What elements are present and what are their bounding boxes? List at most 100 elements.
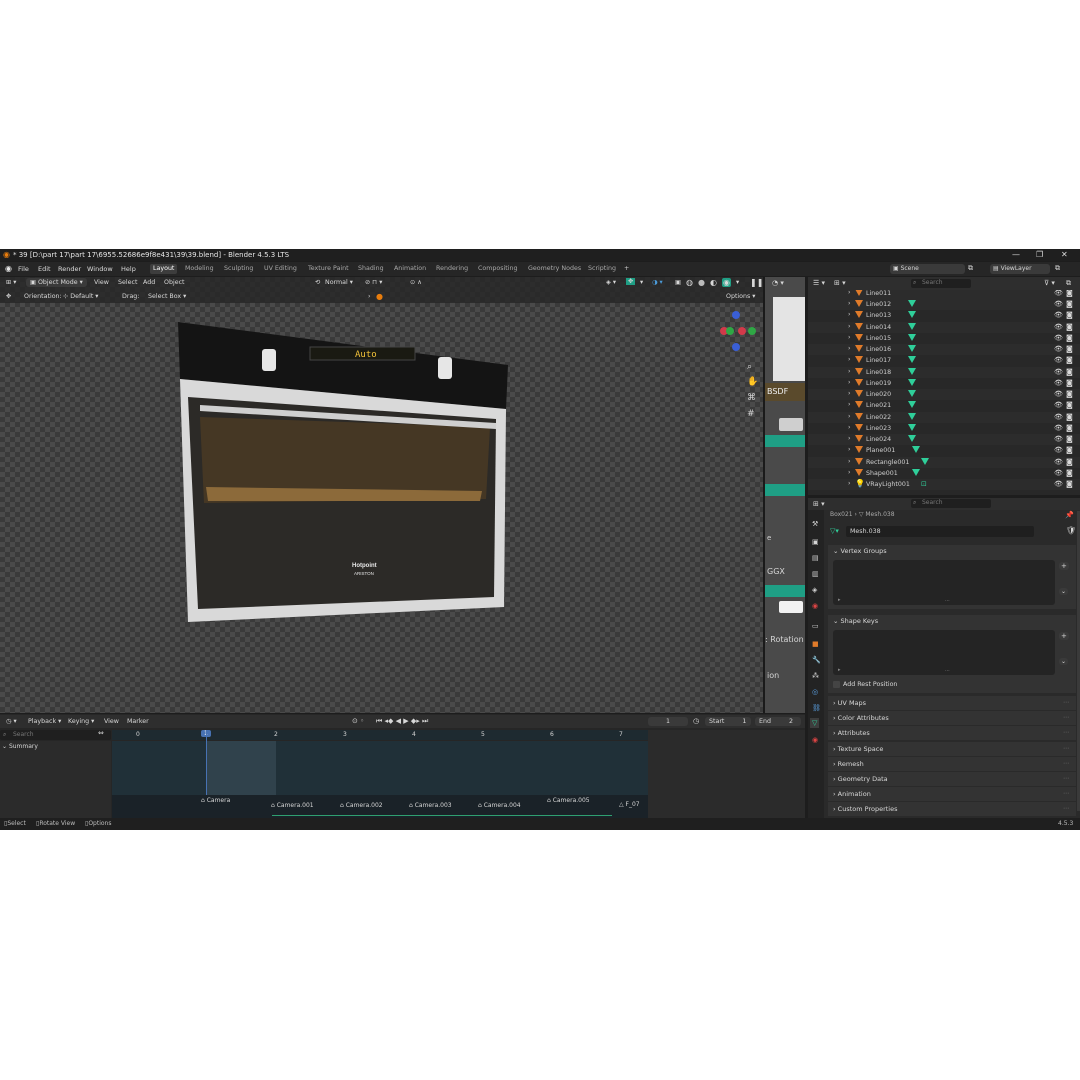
outliner-item[interactable]: › Line011 👁 ◙ [808, 290, 1080, 300]
eye-icon[interactable]: 👁 [1054, 300, 1063, 308]
timeline-view-menu[interactable]: View [104, 718, 119, 725]
proportional-edit-icon[interactable]: ⊙ ∧ [410, 279, 422, 286]
add-vertex-group-button[interactable]: + [1059, 562, 1069, 570]
constraints-tab-icon[interactable]: ⛓ [812, 704, 821, 712]
shading-solid-icon[interactable]: ● [698, 278, 705, 287]
outliner-item[interactable]: › Line020 👁 ◙ [808, 389, 1080, 401]
eye-icon[interactable]: 👁 [1054, 458, 1063, 466]
drag-handle-icon[interactable]: ⋯ [1063, 760, 1069, 767]
data-tab-icon[interactable]: ▽ [810, 718, 820, 728]
transform-gizmo-icon[interactable]: ✥ [6, 293, 11, 300]
camera-render-icon[interactable]: ◙ [1066, 435, 1073, 443]
expand-icon[interactable]: › [848, 424, 851, 431]
menu-file[interactable]: File [18, 265, 29, 273]
maximize-icon[interactable]: ❐ [1036, 250, 1043, 259]
marker-camera-002[interactable]: ⌂ Camera.002 [340, 802, 383, 809]
fake-user-icon[interactable]: 🛡 [1066, 526, 1076, 535]
property-section-uv-maps[interactable]: › UV Maps [833, 699, 866, 707]
camera-render-icon[interactable]: ◙ [1066, 300, 1073, 308]
camera-render-icon[interactable]: ◙ [1066, 356, 1073, 364]
node-editor-type-icon[interactable]: ◔ ▾ [772, 279, 784, 287]
expand-arrow-icon[interactable]: › [368, 293, 371, 300]
menu-edit[interactable]: Edit [38, 265, 51, 273]
eye-icon[interactable]: 👁 [1054, 311, 1063, 319]
node-editor-sliver[interactable]: BSDF e GGX : Rotation ion [765, 277, 805, 713]
camera-render-icon[interactable]: ◙ [1066, 390, 1073, 398]
outliner-filter-icon[interactable]: ⊽ ▾ [1044, 279, 1055, 287]
zoom-icon[interactable]: ⌕ [747, 362, 752, 372]
camera-render-icon[interactable]: ◙ [1066, 345, 1073, 353]
mesh-name-field[interactable]: Mesh.038 [846, 526, 1034, 537]
gizmo-dropdown-icon[interactable]: ▾ [640, 279, 643, 286]
eye-icon[interactable]: 👁 [1054, 435, 1063, 443]
marker-camera-001[interactable]: ⌂ Camera.001 [271, 802, 314, 809]
outliner-item[interactable]: › Line012 👁 ◙ [808, 299, 1080, 311]
list-resize-handle[interactable]: ⋯ [945, 668, 950, 674]
tab-uv-editing[interactable]: UV Editing [264, 265, 297, 272]
marker-camera-004[interactable]: ⌂ Camera.004 [478, 802, 521, 809]
eye-icon[interactable]: 👁 [1054, 469, 1063, 477]
orientation-selector[interactable]: ⊹ Default ▾ [63, 293, 98, 300]
mode-selector[interactable]: ▣ Object Mode ▾ [26, 278, 87, 287]
outliner-item[interactable]: › Line023 👁 ◙ [808, 423, 1080, 434]
timeline-search-field[interactable]: ⌕ Search [0, 730, 111, 740]
gizmo-y-neg[interactable] [748, 327, 756, 335]
list-expand-icon[interactable]: ▸ [838, 597, 841, 603]
camera-render-icon[interactable]: ◙ [1066, 480, 1073, 488]
shape-keys-list[interactable] [833, 630, 1055, 675]
camera-render-icon[interactable]: ◙ [1066, 311, 1073, 319]
expand-icon[interactable]: › [848, 334, 851, 341]
transform-orientation-icon[interactable]: ⟲ [315, 279, 320, 286]
pin-icon[interactable]: 📌 [1065, 511, 1074, 519]
drag-handle-icon[interactable]: ⋯ [1063, 805, 1069, 812]
expand-icon[interactable]: › [848, 323, 851, 330]
drag-handle-icon[interactable]: ⋯ [1063, 714, 1069, 721]
blender-menu-icon[interactable]: ◉ [5, 264, 12, 273]
object-tab-icon[interactable]: ■ [812, 640, 819, 648]
shape-key-menu-icon[interactable]: ⌄ [1059, 658, 1069, 665]
outliner-item[interactable]: › Line018 👁 ◙ [808, 366, 1080, 378]
shape-keys-header[interactable]: ⌄ Shape Keys [833, 617, 878, 625]
end-frame-field[interactable]: End 2 [755, 717, 801, 726]
menu-help[interactable]: Help [121, 265, 136, 273]
shading-wireframe-icon[interactable]: ◍ [686, 278, 693, 287]
node-white-field[interactable] [779, 418, 803, 431]
ortho-grid-icon[interactable]: # [747, 409, 755, 419]
gizmo-x-axis[interactable] [738, 327, 746, 335]
expand-icon[interactable]: › [848, 469, 851, 476]
oven-model[interactable]: Auto Hotpoint ARISTON [170, 317, 520, 627]
expand-icon[interactable]: › [848, 401, 851, 408]
outliner-item[interactable]: › Line021 👁 ◙ [808, 400, 1080, 411]
outliner-item[interactable]: › Line017 👁 ◙ [808, 355, 1080, 366]
snap-icon[interactable]: ⊘ ⊓ ▾ [365, 279, 382, 286]
tab-modeling[interactable]: Modeling [185, 265, 214, 272]
outliner-item[interactable]: › Line014 👁 ◙ [808, 321, 1080, 333]
menu-window[interactable]: Window [87, 265, 113, 273]
marker-f07[interactable]: △ F_07 [619, 801, 640, 808]
editor-type-icon[interactable]: ⊞ ▾ [6, 279, 16, 286]
eye-icon[interactable]: 👁 [1054, 413, 1063, 421]
outliner-editor-type-icon[interactable]: ☰ ▾ [813, 279, 825, 287]
camera-render-icon[interactable]: ◙ [1066, 446, 1073, 454]
playback-controls[interactable]: ⏮ ◂◆ ◀ ▶ ◆▸ ⏭ [376, 717, 428, 726]
list-expand-icon[interactable]: ▸ [838, 667, 841, 673]
timeline-swap-icon[interactable]: ⇔ [98, 729, 104, 737]
tab-rendering[interactable]: Rendering [436, 265, 468, 272]
property-section-attributes[interactable]: › Attributes [833, 729, 870, 737]
outliner-item[interactable]: › Line022 👁 ◙ [808, 411, 1080, 423]
node-slider-2[interactable] [765, 484, 805, 496]
camera-render-icon[interactable]: ◙ [1066, 458, 1073, 466]
drag-selector[interactable]: Select Box ▾ [148, 293, 186, 300]
viewport-menu-object[interactable]: Object [164, 279, 185, 286]
timeline-summary[interactable]: ⌄ Summary [2, 743, 38, 750]
drag-handle-icon[interactable]: ⋯ [1063, 745, 1069, 752]
navigation-gizmo[interactable] [718, 307, 760, 357]
outliner-display-mode-icon[interactable]: ⊞ ▾ [834, 279, 846, 287]
outliner-item[interactable]: › Line019 👁 ◙ [808, 378, 1080, 389]
camera-render-icon[interactable]: ◙ [1066, 334, 1073, 342]
transform-pivot[interactable]: Normal ▾ [325, 279, 353, 286]
timeline-editor-type-icon[interactable]: ◷ ▾ [6, 718, 17, 725]
expand-icon[interactable]: › [848, 311, 851, 318]
property-section-remesh[interactable]: › Remesh [833, 760, 864, 768]
drag-handle-icon[interactable]: ⋯ [1063, 775, 1069, 782]
